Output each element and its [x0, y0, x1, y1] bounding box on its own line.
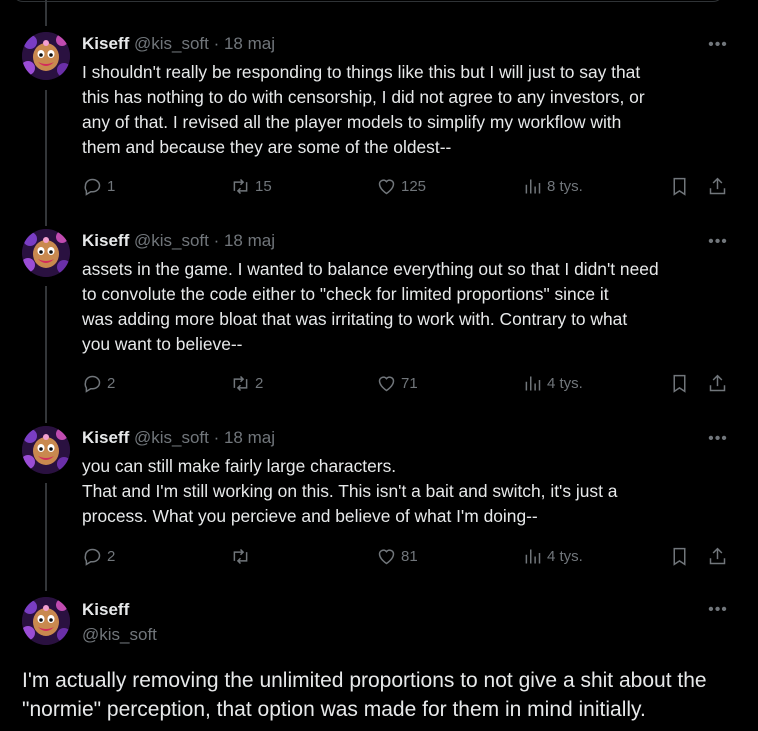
reply-button[interactable]: 2: [82, 371, 115, 395]
tweet[interactable]: Kiseff @kis_soft · 18 maj ••• I shouldn'…: [0, 0, 758, 220]
repost-button[interactable]: 2: [230, 371, 263, 395]
author-name[interactable]: Kiseff: [82, 428, 129, 447]
bookmark-icon: [673, 374, 686, 393]
more-icon[interactable]: •••: [706, 431, 730, 447]
tweet-text: I shouldn't really be responding to thin…: [82, 62, 645, 157]
bookmark-icon: [673, 547, 686, 566]
views-icon: [525, 549, 541, 563]
repost-icon: [233, 548, 248, 564]
reply-count: 2: [107, 374, 116, 392]
views-icon: [525, 179, 541, 193]
avatar-image: [22, 597, 70, 645]
tweet-text: I'm actually removing the unlimited prop…: [22, 669, 707, 721]
avatar-image: [22, 32, 70, 80]
share-icon: [709, 177, 726, 194]
like-button[interactable]: 71: [376, 371, 418, 395]
more-icon[interactable]: •••: [706, 37, 730, 53]
views-button[interactable]: 4 tys.: [522, 544, 583, 568]
thread-connector: [45, 483, 47, 591]
reply-icon: [84, 375, 101, 393]
share-button[interactable]: [707, 371, 728, 395]
heart-icon: [378, 375, 395, 391]
repost-button[interactable]: [230, 544, 255, 568]
like-count: 125: [401, 177, 427, 195]
repost-count: 2: [255, 374, 264, 392]
view-count: 4 tys.: [547, 547, 583, 565]
author-name[interactable]: Kiseff: [82, 600, 129, 620]
more-icon[interactable]: •••: [706, 602, 730, 618]
handle-date[interactable]: @kis_soft · 18 maj: [134, 231, 275, 250]
repost-button[interactable]: 15: [230, 174, 272, 198]
repost-icon: [233, 178, 248, 194]
heart-icon: [378, 548, 395, 564]
author-name[interactable]: Kiseff: [82, 231, 129, 250]
avatar[interactable]: [22, 229, 70, 277]
handle-date[interactable]: @kis_soft · 18 maj: [134, 34, 275, 53]
handle-date[interactable]: @kis_soft · 18 maj: [134, 428, 275, 447]
view-count: 4 tys.: [547, 374, 583, 392]
bookmark-button[interactable]: [669, 544, 690, 568]
avatar[interactable]: [22, 32, 70, 80]
view-count: 8 tys.: [547, 177, 583, 195]
thread-connector: [45, 286, 47, 423]
tweet-text: assets in the game. I wanted to balance …: [82, 259, 659, 354]
reply-count: 1: [107, 177, 116, 195]
views-button[interactable]: 8 tys.: [522, 174, 583, 198]
like-count: 71: [401, 374, 418, 392]
avatar[interactable]: [22, 426, 70, 474]
tweet-actions: 2 2 71 4 tys.: [0, 371, 758, 395]
more-icon[interactable]: •••: [706, 234, 730, 250]
repost-icon: [233, 375, 248, 391]
reply-count: 2: [107, 547, 116, 565]
avatar[interactable]: [22, 597, 70, 645]
share-button[interactable]: [707, 544, 728, 568]
views-button[interactable]: 4 tys.: [522, 371, 583, 395]
like-button[interactable]: 81: [376, 544, 418, 568]
avatar-image: [22, 426, 70, 474]
author-handle[interactable]: @kis_soft: [82, 625, 157, 645]
bookmark-icon: [673, 177, 686, 196]
bookmark-button[interactable]: [669, 371, 690, 395]
tweet-actions: 2 81 4 tys.: [0, 544, 758, 568]
reply-button[interactable]: 1: [82, 174, 115, 198]
share-icon: [709, 374, 726, 391]
tweet-actions: 1 15 125 8 tys.: [0, 174, 758, 198]
bookmark-button[interactable]: [669, 174, 690, 198]
like-button[interactable]: 125: [376, 174, 426, 198]
share-button[interactable]: [707, 174, 728, 198]
views-icon: [525, 376, 541, 390]
avatar-image: [22, 229, 70, 277]
like-count: 81: [401, 547, 418, 565]
heart-icon: [378, 178, 395, 194]
reply-button[interactable]: 2: [82, 544, 115, 568]
repost-count: 15: [255, 177, 272, 195]
tweet-text: you can still make fairly large characte…: [82, 456, 618, 526]
share-icon: [709, 547, 726, 564]
reply-icon: [84, 178, 101, 196]
author-name[interactable]: Kiseff: [82, 34, 129, 53]
reply-icon: [84, 548, 101, 566]
